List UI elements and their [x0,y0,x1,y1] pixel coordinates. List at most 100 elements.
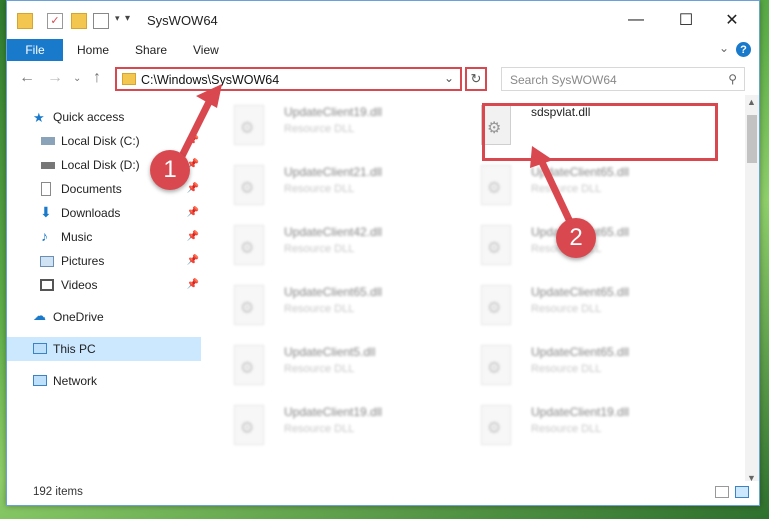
sidebar-item-label: Network [53,374,98,388]
address-bar[interactable]: C:\Windows\SysWOW64 ⌄ [115,67,462,91]
pin-icon[interactable]: 📌 [187,231,199,242]
list-item[interactable]: UpdateClient19.dll Resource DLL [224,399,454,453]
sidebar-item-network[interactable]: Network [7,369,201,393]
item-count: 192 items [33,486,83,498]
tab-file[interactable]: File [7,39,63,61]
folder-icon [17,13,33,29]
file-name: UpdateClient65.dll [531,165,630,179]
search-input[interactable]: Search SysWOW64 ⚲ [501,67,745,91]
scroll-up-icon[interactable]: ▲ [747,97,756,107]
sidebar-item-downloads[interactable]: ⬇ Downloads 📌 [7,201,201,225]
pin-icon[interactable]: 📌 [187,183,199,194]
dll-file-icon [481,405,511,445]
sidebar-item-label: OneDrive [53,310,104,324]
file-type: Resource DLL [284,183,355,195]
dll-file-icon [481,225,511,265]
window-title: SysWOW64 [147,13,218,28]
pin-icon[interactable]: 📌 [187,279,199,290]
sidebar-item-music[interactable]: ♪ Music 📌 [7,225,201,249]
file-type: Resource DLL [531,363,602,375]
search-placeholder: Search SysWOW64 [510,73,617,87]
vertical-scrollbar[interactable]: ▲ ▼ [745,95,759,485]
sidebar-item-label: Documents [61,182,122,196]
ribbon-tabs: File Home Share View ⌄ ? [7,39,759,61]
documents-icon [41,182,51,196]
search-icon: ⚲ [728,72,737,86]
properties-icon[interactable]: ✓ [47,13,63,29]
list-item[interactable]: UpdateClient5.dll Resource DLL [224,339,454,393]
tab-share[interactable]: Share [135,43,167,57]
sidebar-item-this-pc[interactable]: This PC [7,337,201,361]
file-name: UpdateClient42.dll [284,225,383,239]
sidebar-item-quick-access[interactable]: ★ Quick access [7,105,201,129]
recent-locations-icon[interactable]: ⌄ [73,73,81,84]
dll-file-icon [234,405,264,445]
tab-view[interactable]: View [193,43,219,57]
file-name: UpdateClient19.dll [284,405,383,419]
pin-icon[interactable]: 📌 [187,135,199,146]
large-icons-view-icon[interactable] [735,486,749,498]
list-item[interactable]: UpdateClient19.dll Resource DLL [224,99,454,153]
address-path: C:\Windows\SysWOW64 [141,73,280,87]
dll-file-icon [481,345,511,385]
title-bar: ✓ ▾ ▾ SysWOW64 — ☐ ✕ [7,1,759,39]
forward-icon[interactable]: → [47,69,63,87]
file-name: UpdateClient21.dll [284,165,383,179]
file-type: Resource DLL [284,123,355,135]
sidebar-item-pictures[interactable]: Pictures 📌 [7,249,201,273]
star-icon: ★ [33,110,45,125]
customize-toolbar-icon[interactable]: ▾ [125,13,141,29]
pictures-icon [40,256,54,267]
file-type: Resource DLL [531,423,602,435]
ribbon-collapse-icon[interactable]: ⌄ [719,41,729,55]
dll-file-icon [234,225,264,265]
refresh-button[interactable]: ↻ [465,67,487,91]
download-icon: ⬇ [40,204,52,220]
details-view-icon[interactable] [715,486,729,498]
status-bar: 192 items [7,481,759,505]
minimize-button[interactable]: — [613,5,659,35]
music-icon: ♪ [41,228,48,244]
scroll-thumb[interactable] [747,115,757,163]
step-badge-1: 1 [150,150,190,190]
explorer-window: ✓ ▾ ▾ SysWOW64 — ☐ ✕ File Home Share Vie… [6,0,760,506]
chevron-down-icon[interactable]: ⌄ [444,71,454,85]
file-name: UpdateClient19.dll [284,105,383,119]
list-item[interactable]: UpdateClient19.dll Resource DLL [471,399,701,453]
list-item[interactable]: UpdateClient65.dll Resource DLL [471,279,701,333]
sidebar-item-videos[interactable]: Videos 📌 [7,273,201,297]
dll-file-icon [234,345,264,385]
new-folder-icon[interactable] [71,13,87,29]
file-name: UpdateClient65.dll [531,345,630,359]
help-icon[interactable]: ? [736,42,751,57]
file-type: Resource DLL [284,243,355,255]
sidebar-item-label: Local Disk (C:) [61,134,140,148]
list-item[interactable]: UpdateClient21.dll Resource DLL [224,159,454,213]
back-icon[interactable]: ← [19,69,35,87]
file-highlight-box [482,103,718,161]
videos-icon [40,279,54,291]
sidebar-item-label: Music [61,230,93,244]
pin-icon[interactable]: 📌 [187,207,199,218]
list-item[interactable]: UpdateClient65.dll Resource DLL [471,159,701,213]
file-type: Resource DLL [284,423,355,435]
navigation-bar: ← → ⌄ ↑ C:\Windows\SysWOW64 ⌄ ↻ Search S… [7,63,759,95]
file-name: UpdateClient5.dll [284,345,376,359]
maximize-button[interactable]: ☐ [663,5,709,35]
list-item[interactable]: UpdateClient42.dll Resource DLL [224,219,454,273]
computer-icon [33,343,47,354]
sidebar-item-label: This PC [53,342,96,356]
up-icon[interactable]: ↑ [93,69,101,87]
network-icon [33,375,47,386]
view-options-icon[interactable] [93,13,109,29]
close-button[interactable]: ✕ [709,5,755,35]
file-type: Resource DLL [284,303,355,315]
dll-file-icon [234,165,264,205]
sidebar-item-onedrive[interactable]: ☁ OneDrive [7,305,201,329]
tab-home[interactable]: Home [77,43,109,57]
list-item[interactable]: UpdateClient65.dll Resource DLL [224,279,454,333]
file-name: UpdateClient19.dll [531,405,630,419]
pin-icon[interactable]: 📌 [187,255,199,266]
list-item[interactable]: UpdateClient65.dll Resource DLL [471,339,701,393]
sidebar-item-label: Local Disk (D:) [61,158,140,172]
